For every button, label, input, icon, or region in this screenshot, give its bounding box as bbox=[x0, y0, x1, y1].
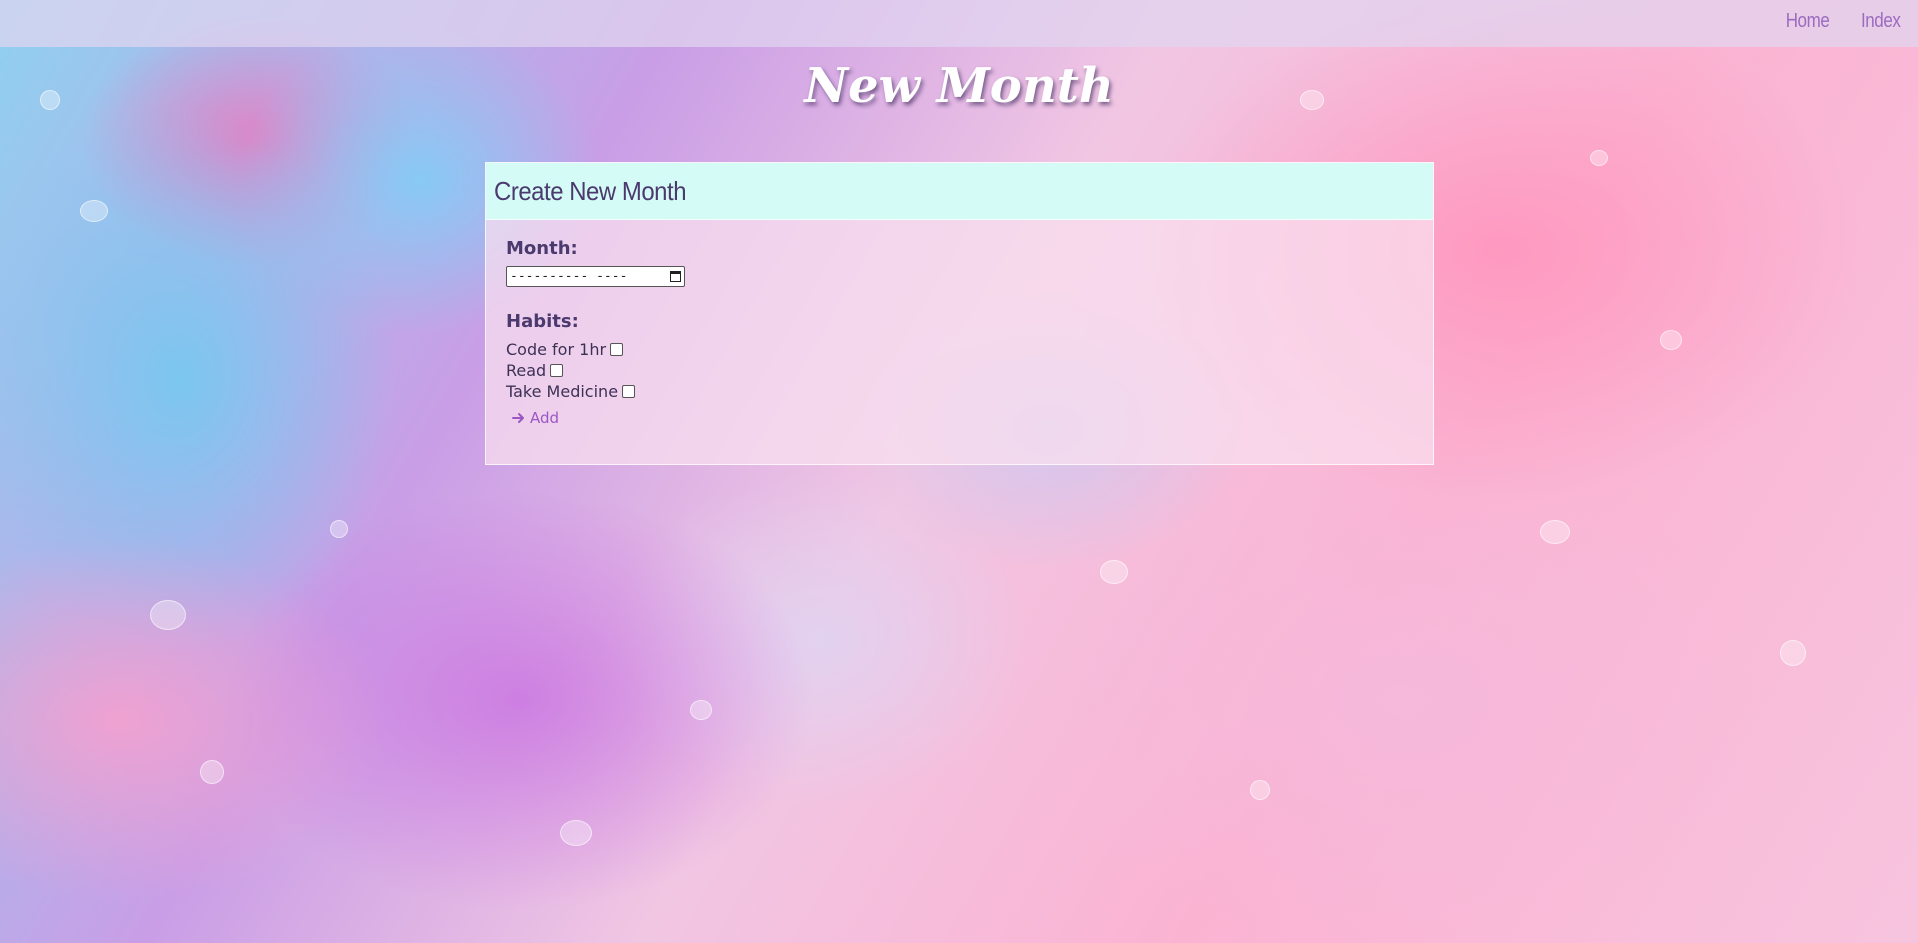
habits-label: Habits: bbox=[506, 311, 579, 332]
calendar-icon[interactable] bbox=[670, 271, 681, 282]
nav-links: Home Index bbox=[1778, 10, 1901, 33]
card-title: Create New Month bbox=[494, 175, 687, 206]
page-title: New Month bbox=[804, 58, 1114, 114]
nav-index-link[interactable]: Index bbox=[1861, 10, 1901, 33]
habit-item-medicine: Take Medicine bbox=[506, 381, 1413, 402]
habit-item-read: Read bbox=[506, 360, 1413, 381]
arrow-right-icon bbox=[512, 413, 524, 423]
card-body: Month: ---------- ---- Habits: Code for … bbox=[486, 220, 1433, 429]
habit-checkbox-code[interactable] bbox=[610, 343, 624, 356]
top-navbar: Home Index bbox=[0, 0, 1918, 47]
create-month-card: Create New Month Month: ---------- ---- … bbox=[485, 162, 1434, 465]
habit-checkbox-read[interactable] bbox=[550, 364, 564, 377]
add-button[interactable]: Add bbox=[512, 409, 559, 427]
habit-label: Take Medicine bbox=[506, 382, 619, 401]
card-header: Create New Month bbox=[486, 163, 1433, 220]
add-button-label: Add bbox=[530, 409, 560, 427]
nav-home-link[interactable]: Home bbox=[1786, 10, 1830, 33]
habit-label: Read bbox=[506, 361, 547, 380]
habit-checkbox-medicine[interactable] bbox=[622, 385, 636, 398]
month-label: Month: bbox=[506, 238, 578, 259]
month-input-value: ---------- ---- bbox=[510, 269, 628, 284]
habit-label: Code for 1hr bbox=[506, 340, 607, 359]
habit-item-code: Code for 1hr bbox=[506, 339, 1413, 360]
month-input[interactable]: ---------- ---- bbox=[506, 266, 685, 287]
